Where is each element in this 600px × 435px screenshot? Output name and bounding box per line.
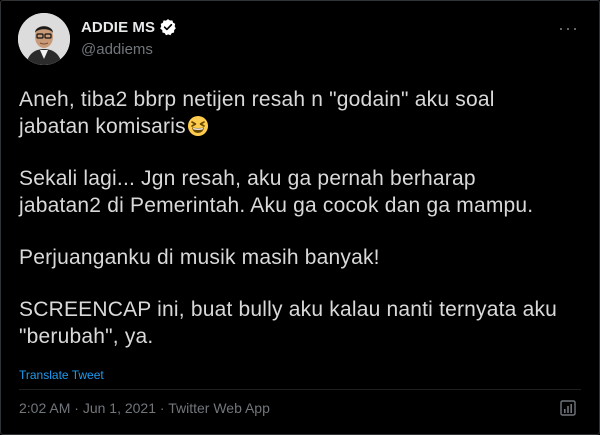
divider xyxy=(19,389,581,390)
tweet-line: SCREENCAP ini, buat bully aku kalau nant… xyxy=(19,298,558,321)
tweet-line: "berubah", ya. xyxy=(19,325,154,348)
meta-separator: · xyxy=(156,400,169,416)
meta-separator: · xyxy=(70,400,83,416)
tweet-source[interactable]: Twitter Web App xyxy=(168,400,270,416)
tweet-metadata: 2:02 AM · Jun 1, 2021 · Twitter Web App xyxy=(19,400,270,416)
analytics-icon[interactable] xyxy=(559,399,577,417)
author-handle[interactable]: @addiems xyxy=(81,41,153,58)
author-name[interactable]: ADDIE MS xyxy=(81,19,155,36)
tweet-line: Aneh, tiba2 bbrp netijen resah n "godain… xyxy=(19,88,495,111)
tweet-line: jabatan komisaris xyxy=(19,115,186,138)
avatar[interactable] xyxy=(18,13,70,65)
tweet-line: Sekali lagi... Jgn resah, aku ga pernah … xyxy=(19,167,476,190)
tweet-text: Aneh, tiba2 bbrp netijen resah n "godain… xyxy=(19,86,589,350)
tweet-line: jabatan2 di Pemerintah. Aku ga cocok dan… xyxy=(19,194,534,217)
verified-badge-icon xyxy=(159,18,177,36)
tweet-time[interactable]: 2:02 AM xyxy=(19,400,70,416)
tweet-date[interactable]: Jun 1, 2021 xyxy=(83,400,156,416)
translate-tweet-link[interactable]: Translate Tweet xyxy=(19,368,104,382)
tweet-card: ADDIE MS @addiems ··· Aneh, tiba2 bbrp n… xyxy=(0,0,600,435)
author-name-row: ADDIE MS xyxy=(81,18,177,36)
more-horizontal-icon[interactable]: ··· xyxy=(558,19,579,37)
tweet-line: Perjuanganku di musik masih banyak! xyxy=(19,246,380,269)
tweet-line-with-emoji: jabatan komisaris xyxy=(19,113,589,140)
grinning-squinting-face-icon xyxy=(187,115,209,137)
